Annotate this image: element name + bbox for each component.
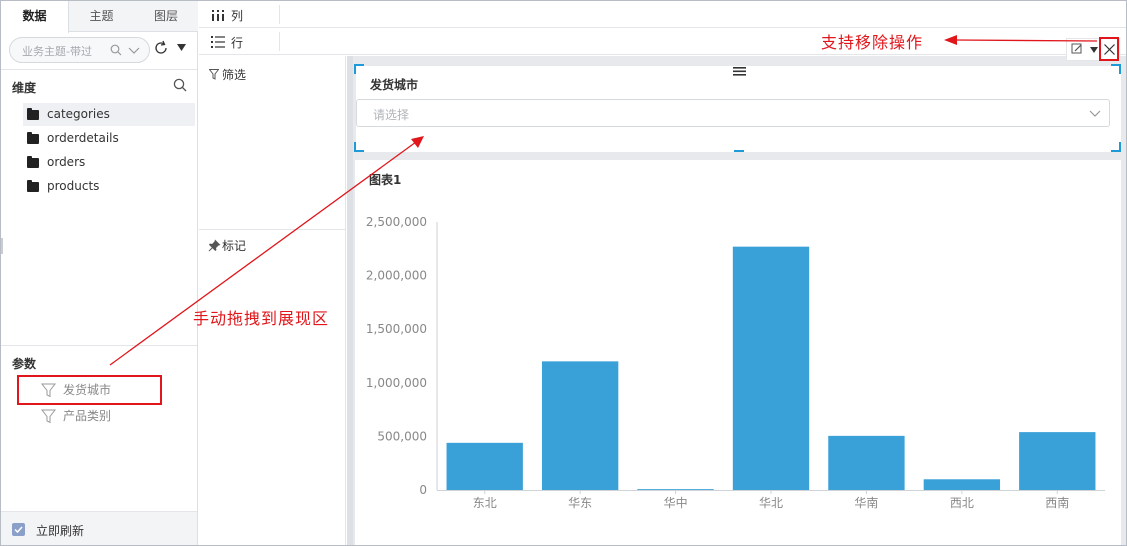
search-icon — [110, 44, 122, 56]
tree-item-orders[interactable]: orders — [23, 151, 195, 174]
tab-data[interactable]: 数据 — [1, 1, 69, 33]
params-title: 参数 — [12, 357, 37, 371]
bar-东北[interactable] — [446, 442, 523, 490]
auto-refresh-checkbox[interactable] — [12, 523, 25, 536]
mark-shelf[interactable]: 标记 — [199, 230, 346, 545]
business-theme-input[interactable] — [22, 42, 106, 60]
dropdown-caret-icon[interactable] — [177, 44, 186, 51]
remove-component-button[interactable] — [1099, 37, 1119, 61]
divider — [279, 5, 280, 24]
selection-handle[interactable] — [354, 64, 364, 74]
tab-layers[interactable]: 图层 — [134, 1, 198, 32]
bar-华中[interactable] — [637, 489, 714, 491]
y-tick-label: 1,500,000 — [366, 322, 427, 336]
y-tick-label: 0 — [419, 483, 427, 497]
rows-label: 行 — [231, 36, 244, 50]
dropdown-caret-icon[interactable] — [1090, 47, 1098, 53]
business-theme-search[interactable] — [9, 37, 150, 63]
rows-shelf[interactable]: 行 — [199, 28, 1126, 55]
check-icon — [14, 526, 23, 534]
x-tick-label: 东北 — [473, 496, 497, 510]
selection-handle[interactable] — [1111, 142, 1121, 152]
filter-icon — [41, 409, 56, 424]
columns-icon — [212, 10, 224, 21]
ship-city-select[interactable]: 请选择 — [356, 99, 1110, 127]
resize-handle[interactable] — [1, 238, 3, 254]
dimension-title: 维度 — [12, 81, 37, 95]
remove-hint-annotation: 支持移除操作 — [821, 33, 924, 52]
x-tick-label: 西北 — [950, 496, 974, 510]
folder-icon — [27, 132, 39, 144]
x-tick-label: 华南 — [854, 495, 878, 510]
filter-widget[interactable]: 发货城市 请选择 — [356, 66, 1121, 152]
tree-item-products[interactable]: products — [23, 175, 195, 198]
divider — [1, 69, 197, 70]
tree-item-label: orders — [47, 155, 86, 169]
edit-icon[interactable] — [1071, 43, 1083, 55]
selection-handle[interactable] — [734, 150, 744, 152]
folder-icon — [27, 108, 39, 120]
bar-西南[interactable] — [1019, 432, 1096, 490]
highlight-box — [17, 375, 162, 405]
columns-label: 列 — [231, 9, 244, 23]
panel-tabs: 数据 主题 图层 — [1, 1, 198, 33]
bar-华北[interactable] — [732, 246, 810, 490]
chevron-down-icon[interactable] — [128, 46, 140, 55]
refresh-icon[interactable] — [153, 40, 169, 56]
filter-icon — [209, 69, 219, 80]
bar-华南[interactable] — [828, 435, 905, 490]
tab-theme[interactable]: 主题 — [69, 1, 134, 32]
drag-hint-annotation: 手动拖拽到展现区 — [193, 309, 330, 328]
search-icon[interactable] — [173, 78, 187, 92]
tree-item-label: products — [47, 179, 100, 193]
selection-handle[interactable] — [1111, 64, 1121, 74]
close-icon — [1104, 44, 1115, 55]
filter-widget-title: 发货城市 — [370, 78, 419, 92]
drag-handle-icon[interactable] — [733, 67, 746, 76]
tree-item-label: orderdetails — [47, 131, 119, 145]
select-placeholder: 请选择 — [373, 108, 410, 122]
chevron-down-icon — [1089, 110, 1101, 117]
tree-item-label: categories — [47, 107, 110, 121]
divider — [1, 345, 197, 346]
filter-shelf-label: 筛选 — [222, 68, 247, 82]
bar-华东[interactable] — [541, 361, 619, 490]
chart-widget[interactable]: 图表1 0 500,000 1,000,000 1,500,000 2,000,000 2… — [355, 160, 1121, 545]
folder-icon — [27, 180, 39, 192]
x-tick-label: 华北 — [759, 496, 783, 510]
filter-shelf[interactable]: 筛选 — [199, 56, 346, 230]
y-tick-label: 500,000 — [377, 429, 427, 443]
auto-refresh-label: 立即刷新 — [36, 524, 85, 538]
rows-icon — [211, 36, 225, 48]
y-tick-label: 2,000,000 — [366, 269, 427, 283]
pin-icon — [208, 239, 221, 252]
left-panel: 数据 主题 图层 维度 categories orderdetails orde… — [1, 1, 198, 545]
y-tick-label: 2,500,000 — [366, 215, 427, 229]
columns-shelf[interactable]: 列 — [199, 1, 1126, 28]
x-tick-label: 华中 — [664, 495, 688, 510]
y-tick-label: 1,000,000 — [366, 376, 427, 390]
auto-refresh-bar: 立即刷新 — [1, 511, 197, 545]
selection-handle[interactable] — [354, 142, 364, 152]
canvas-gutter — [347, 56, 353, 545]
tree-item-orderdetails[interactable]: orderdetails — [23, 127, 195, 150]
tree-item-categories[interactable]: categories — [23, 103, 195, 126]
x-tick-label: 华东 — [568, 496, 592, 510]
bar-西北[interactable] — [923, 479, 1001, 490]
param-label: 产品类别 — [63, 409, 112, 423]
divider — [279, 32, 280, 51]
folder-icon — [27, 156, 39, 168]
bar-chart: 0 500,000 1,000,000 1,500,000 2,000,000 2,500… — [366, 215, 1105, 510]
x-tick-label: 西南 — [1045, 495, 1069, 510]
mark-shelf-label: 标记 — [222, 239, 247, 253]
